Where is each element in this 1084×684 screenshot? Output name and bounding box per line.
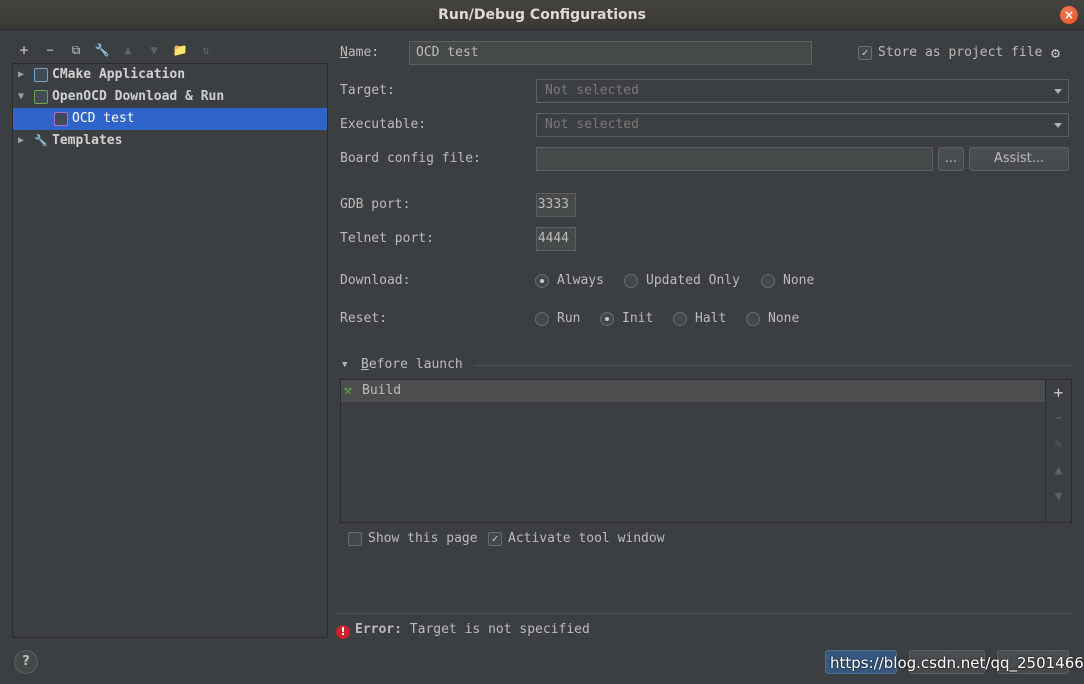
tree-item-label: OCD test [72,111,135,126]
help-icon: ? [22,654,30,669]
browse-button[interactable]: ... [938,147,964,171]
sort-icon[interactable]: ⇅ [196,40,216,60]
list-item[interactable]: ⚒ Build [341,380,1045,402]
copy-icon[interactable]: ⧉ [66,40,86,60]
error-icon: ! [336,625,350,639]
board-config-label: Board config file: [340,151,481,166]
download-radio-label[interactable]: Always [557,271,604,291]
tree-item[interactable]: ▶ 🔧 Templates [13,130,327,152]
remove-icon[interactable]: − [1046,406,1071,432]
openocd-icon [34,90,48,104]
board-config-input[interactable] [536,147,933,171]
config-toolbar: + − ⧉ 🔧 ▲ ▼ 📁 ⇅ [14,40,216,60]
reset-radio-run[interactable] [535,312,549,326]
target-select-value: Not selected [545,83,639,98]
build-task-label: Build [362,383,402,398]
gdb-port-input[interactable]: 3333 [536,193,576,217]
executable-label: Executable: [340,117,427,132]
show-page-label[interactable]: Show this page [368,529,478,549]
reset-radio-label[interactable]: None [768,309,799,329]
watermark-text: https://blog.csdn.net/qq_25014669 [830,654,1084,672]
telnet-port-label: Telnet port: [340,231,434,246]
move-up-icon[interactable]: ▲ [1046,458,1071,484]
tree-item-label: OpenOCD Download & Run [52,89,225,104]
executable-select-value: Not selected [545,117,639,132]
tree-item-label: CMake Application [52,67,186,82]
tree-item[interactable]: ▼ OpenOCD Download & Run [13,86,327,108]
activate-tool-window-checkbox[interactable]: ✓ [488,532,502,546]
chevron-down-icon [1054,123,1062,128]
tree-item[interactable]: ▶ CMake Application [13,64,327,86]
tree-item-label: Templates [52,133,123,148]
cmake-app-icon [34,68,48,82]
wrench-icon: 🔧 [34,134,48,147]
expanded-arrow-icon[interactable]: ▼ [16,86,26,108]
reset-radio-halt[interactable] [673,312,687,326]
error-text: Target is not specified [409,622,590,637]
assist-button[interactable]: Assist... [969,147,1069,171]
before-launch-list[interactable]: ⚒ Build + − ✎ ▲ ▼ [340,379,1072,523]
reset-label: Reset: [340,311,387,326]
error-prefix: Error: [355,622,402,637]
help-button[interactable]: ? [14,650,38,674]
edit-icon[interactable]: ✎ [1046,432,1071,458]
tree-item[interactable]: OCD test [13,108,327,130]
download-label: Download: [340,273,411,288]
collapse-arrow-icon[interactable]: ▼ [342,355,347,375]
reset-radio-none[interactable] [746,312,760,326]
target-label: Target: [340,83,395,98]
name-label: Name: [340,45,380,60]
store-project-checkbox[interactable]: ✓ [858,46,872,60]
move-down-icon[interactable]: ▼ [144,40,164,60]
ocd-config-icon [54,112,68,126]
gdb-port-label: GDB port: [340,197,411,212]
gear-icon[interactable]: ⚙ [1051,43,1060,63]
telnet-port-input[interactable]: 4444 [536,227,576,251]
wrench-icon[interactable]: 🔧 [92,40,112,60]
activate-tool-window-label[interactable]: Activate tool window [508,529,665,549]
chevron-down-icon [1054,89,1062,94]
config-tree[interactable]: ▶ CMake Application ▼ OpenOCD Download & Ru… [12,63,328,638]
before-launch-tools: + − ✎ ▲ ▼ [1045,380,1071,522]
download-radio-label[interactable]: None [783,271,814,291]
executable-select[interactable]: Not selected [536,113,1069,137]
download-radio-none[interactable] [761,274,775,288]
download-radio-always[interactable] [535,274,549,288]
reset-radio-label[interactable]: Halt [695,309,726,329]
error-divider [336,613,1072,614]
remove-icon[interactable]: − [40,40,60,60]
reset-radio-init[interactable] [600,312,614,326]
store-project-label[interactable]: Store as project file [878,43,1042,63]
window-title: Run/Debug Configurations [438,7,646,23]
move-up-icon[interactable]: ▲ [118,40,138,60]
collapsed-arrow-icon[interactable]: ▶ [16,64,26,86]
add-icon[interactable]: + [1046,380,1071,406]
target-select[interactable]: Not selected [536,79,1069,103]
hammer-icon: ⚒ [344,383,352,398]
folder-icon[interactable]: 📁 [170,40,190,60]
move-down-icon[interactable]: ▼ [1046,484,1071,510]
name-input[interactable]: OCD test [409,41,812,65]
close-button[interactable]: × [1060,6,1078,24]
show-page-checkbox[interactable] [348,532,362,546]
add-icon[interactable]: + [14,40,34,60]
error-message: ! Error: Target is not specified [336,620,590,640]
close-icon: × [1063,8,1075,22]
download-radio-label[interactable]: Updated Only [646,271,740,291]
before-launch-title[interactable]: Before launch [361,355,463,375]
download-radio-updated-only[interactable] [624,274,638,288]
window-titlebar: Run/Debug Configurations × [0,0,1084,30]
before-launch-divider [474,365,1072,366]
collapsed-arrow-icon[interactable]: ▶ [16,130,26,152]
reset-radio-label[interactable]: Init [622,309,653,329]
reset-radio-label[interactable]: Run [557,309,580,329]
